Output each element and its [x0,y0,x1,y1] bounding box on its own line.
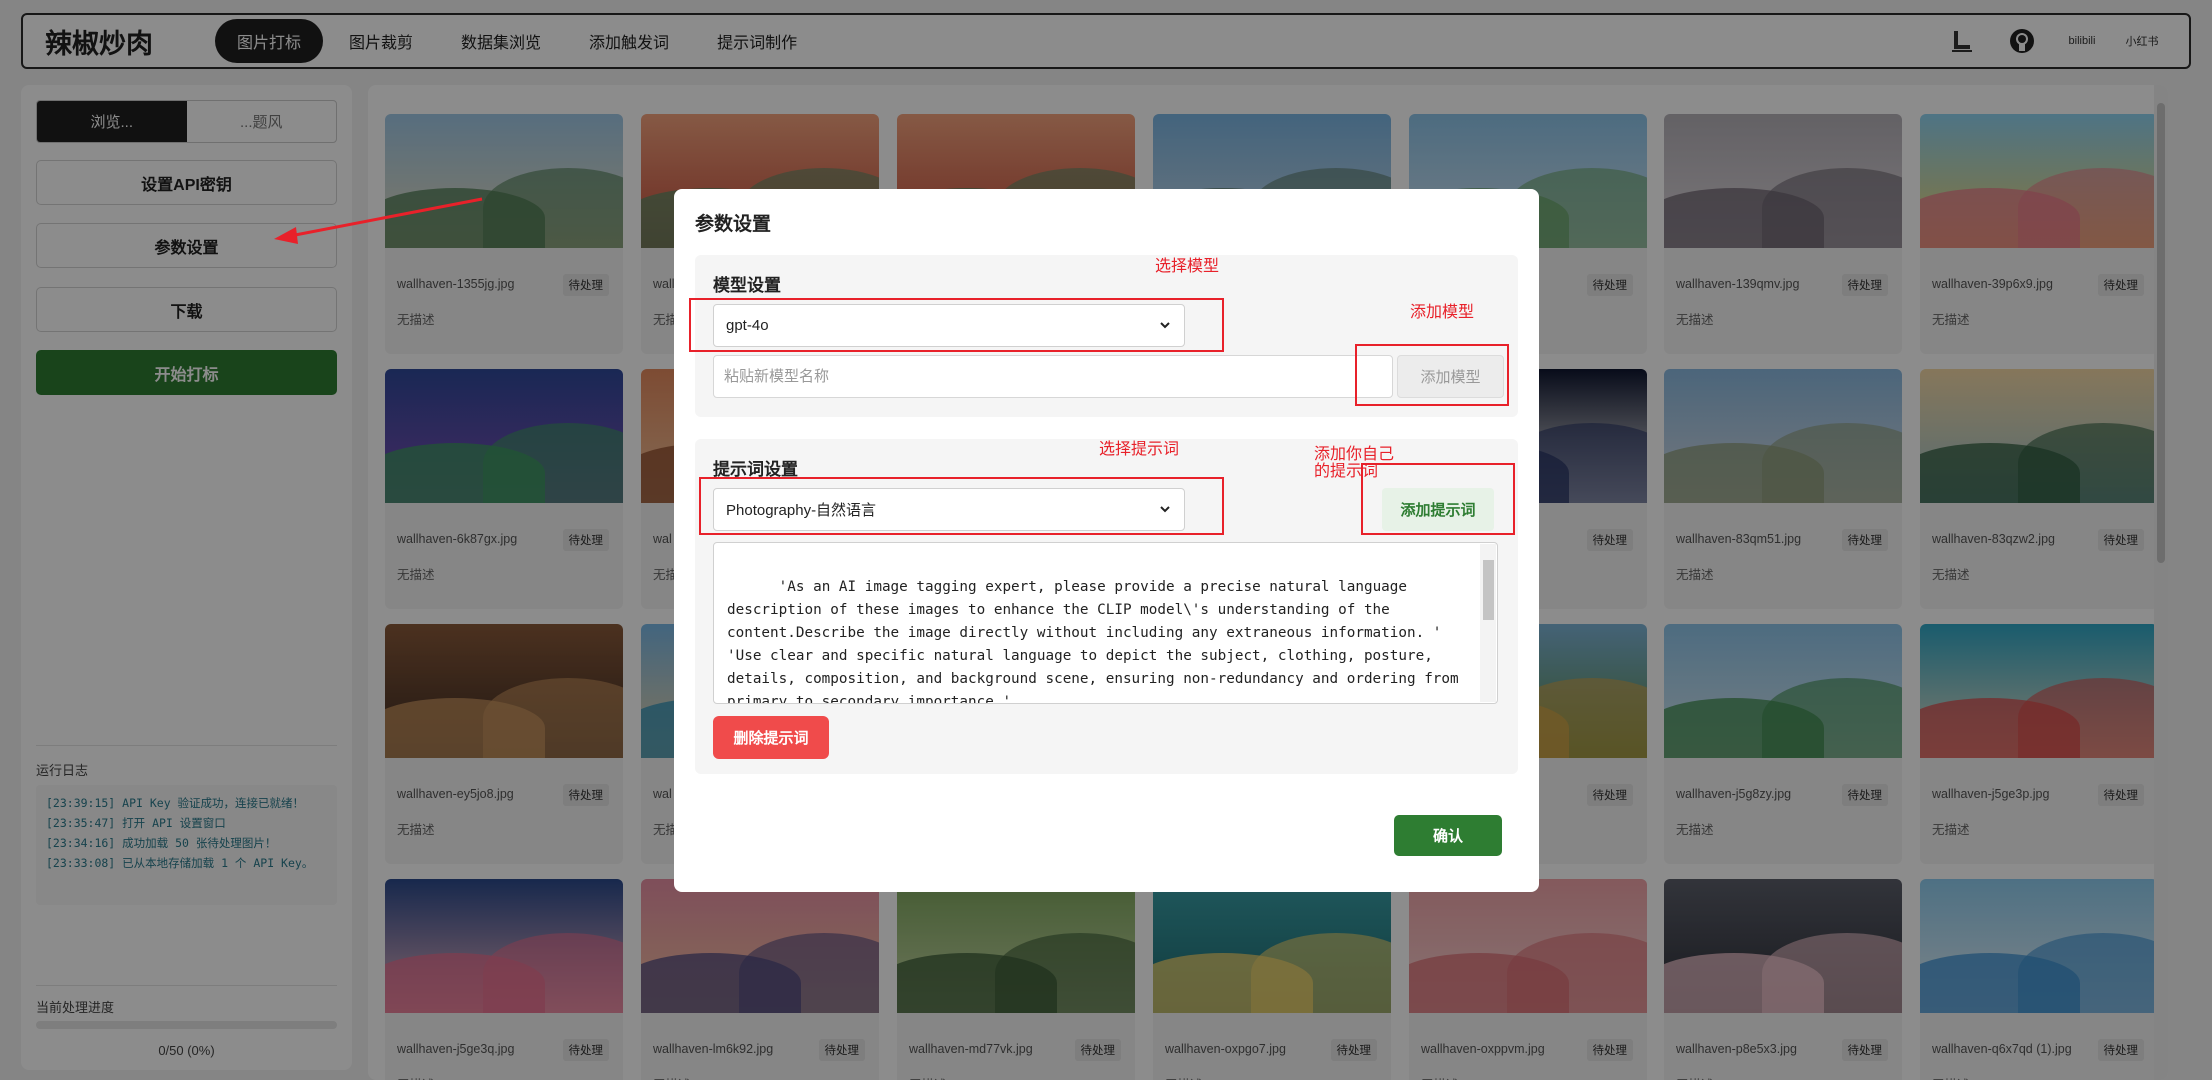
annotation-add-own-prompt-line1: 添加你自己 [1314,446,1395,463]
annotation-select-model: 选择模型 [1155,258,1220,275]
dialog-title: 参数设置 [695,214,772,235]
highlight-prompt-select [699,477,1224,535]
delete-prompt-button[interactable]: 删除提示词 [713,716,829,759]
prompt-textarea[interactable]: 'As an AI image tagging expert, please p… [713,542,1498,704]
model-settings-title: 模型设置 [713,276,781,295]
highlight-model-select [689,298,1224,352]
highlight-add-model [1355,344,1509,406]
annotation-select-prompt: 选择提示词 [1099,441,1180,458]
annotation-add-own-prompt-line2: 的提示词 [1314,463,1379,480]
param-settings-dialog: 参数设置 模型设置 gpt-4o 添加模型 提示词设置 Photography-… [674,189,1539,892]
textarea-scrollbar-thumb[interactable] [1483,560,1494,620]
confirm-button[interactable]: 确认 [1394,815,1502,856]
annotation-add-own-prompt: 添加你自己 的提示词 [1314,446,1394,480]
new-model-input[interactable] [713,355,1393,398]
textarea-scrollbar[interactable] [1480,544,1496,702]
prompt-text: 'As an AI image tagging expert, please p… [727,579,1459,704]
annotation-add-model: 添加模型 [1410,304,1475,321]
